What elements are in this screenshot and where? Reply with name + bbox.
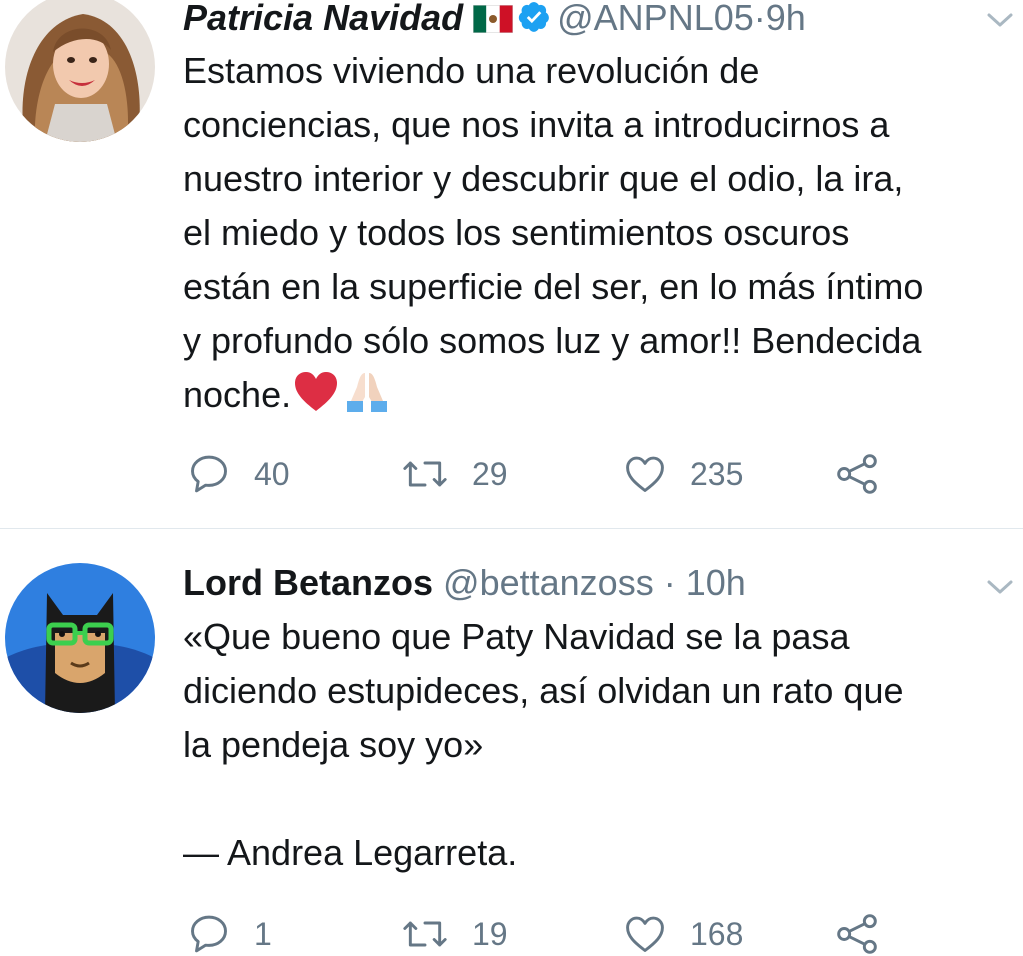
separator-dot: ·: [663, 562, 676, 603]
share-icon: [837, 454, 877, 494]
like-button[interactable]: 235: [622, 452, 743, 496]
reply-count: 40: [254, 455, 290, 492]
share-button[interactable]: [834, 452, 902, 496]
reply-count: 1: [254, 915, 272, 952]
username-handle[interactable]: @bettanzoss: [443, 562, 654, 603]
share-icon: [837, 914, 877, 954]
folded-hands-emoji-icon: [343, 369, 391, 428]
display-name[interactable]: Lord Betanzos: [183, 562, 433, 603]
tweet-text-content: Estamos viviendo una revolución de conci…: [183, 50, 924, 415]
share-button[interactable]: [834, 912, 902, 956]
display-name[interactable]: Patricia Navidad: [183, 0, 463, 38]
tweet[interactable]: Lord Betanzos @bettanzoss · 10h «Que bue…: [0, 529, 1023, 954]
like-button[interactable]: 168: [622, 912, 743, 956]
speech-bubble-icon: [191, 455, 227, 493]
retweet-icon: [403, 921, 447, 947]
reply-button[interactable]: 1: [186, 912, 272, 956]
tweet-text: «Que bueno que Paty Navidad se la pasa d…: [183, 616, 904, 873]
retweet-icon: [403, 461, 447, 487]
avatar[interactable]: [5, 0, 155, 142]
retweet-button[interactable]: 19: [400, 912, 508, 956]
username-handle[interactable]: @ANPNL05: [557, 0, 754, 38]
like-count: 168: [690, 915, 744, 952]
mexico-flag-icon: [472, 1, 514, 41]
tweet[interactable]: Patricia Navidad @ANPNL05·9h Estamos vivi…: [0, 0, 1023, 528]
verified-badge-icon: [517, 0, 551, 42]
retweet-button[interactable]: 29: [400, 452, 508, 496]
tweet-text: Estamos viviendo una revolución de conci…: [183, 44, 1023, 428]
chevron-down-icon[interactable]: [985, 577, 1015, 597]
separator-dot: ·: [753, 0, 766, 38]
heart-outline-icon: [626, 916, 664, 952]
red-heart-emoji-icon: [293, 371, 339, 428]
tweet-header: Patricia Navidad @ANPNL05·9h: [183, 0, 806, 42]
timestamp[interactable]: 10h: [686, 562, 746, 603]
heart-outline-icon: [626, 456, 664, 492]
tweet-header: Lord Betanzos @bettanzoss · 10h: [183, 563, 746, 603]
retweet-count: 19: [472, 915, 508, 952]
timestamp[interactable]: 9h: [766, 0, 806, 38]
retweet-count: 29: [472, 455, 508, 492]
like-count: 235: [690, 455, 744, 492]
avatar[interactable]: [5, 563, 155, 713]
chevron-down-icon[interactable]: [985, 10, 1015, 30]
reply-button[interactable]: 40: [186, 452, 290, 496]
speech-bubble-icon: [191, 915, 227, 953]
